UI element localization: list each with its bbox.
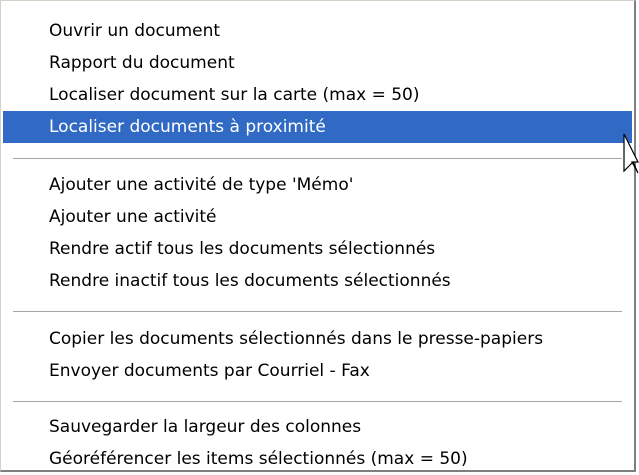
menu-item-open-document[interactable]: Ouvrir un document [3, 15, 632, 47]
menu-separator [13, 311, 622, 313]
menu-separator [13, 158, 622, 160]
menu-item-locate-nearby[interactable]: Localiser documents à proximité [3, 111, 632, 143]
menu-item-save-column-widths[interactable]: Sauvegarder la largeur des colonnes [3, 411, 632, 443]
menu-item-document-report[interactable]: Rapport du document [3, 47, 632, 79]
menu-item-georeference-items[interactable]: Géoréférencer les items sélectionnés (ma… [3, 443, 632, 475]
menu-item-copy-to-clipboard[interactable]: Copier les documents sélectionnés dans l… [3, 323, 632, 355]
mouse-pointer-icon [623, 133, 639, 174]
menu-item-make-inactive[interactable]: Rendre inactif tous les documents sélect… [3, 265, 632, 297]
menu-item-make-active[interactable]: Rendre actif tous les documents sélectio… [3, 233, 632, 265]
menu-item-locate-on-map[interactable]: Localiser document sur la carte (max = 5… [3, 79, 632, 111]
menu-item-add-memo-activity[interactable]: Ajouter une activité de type 'Mémo' [3, 169, 632, 201]
context-menu: Ouvrir un document Rapport du document L… [0, 0, 636, 472]
menu-separator [13, 401, 622, 403]
menu-item-send-email-fax[interactable]: Envoyer documents par Courriel - Fax [3, 355, 632, 387]
menu-item-add-activity[interactable]: Ajouter une activité [3, 201, 632, 233]
